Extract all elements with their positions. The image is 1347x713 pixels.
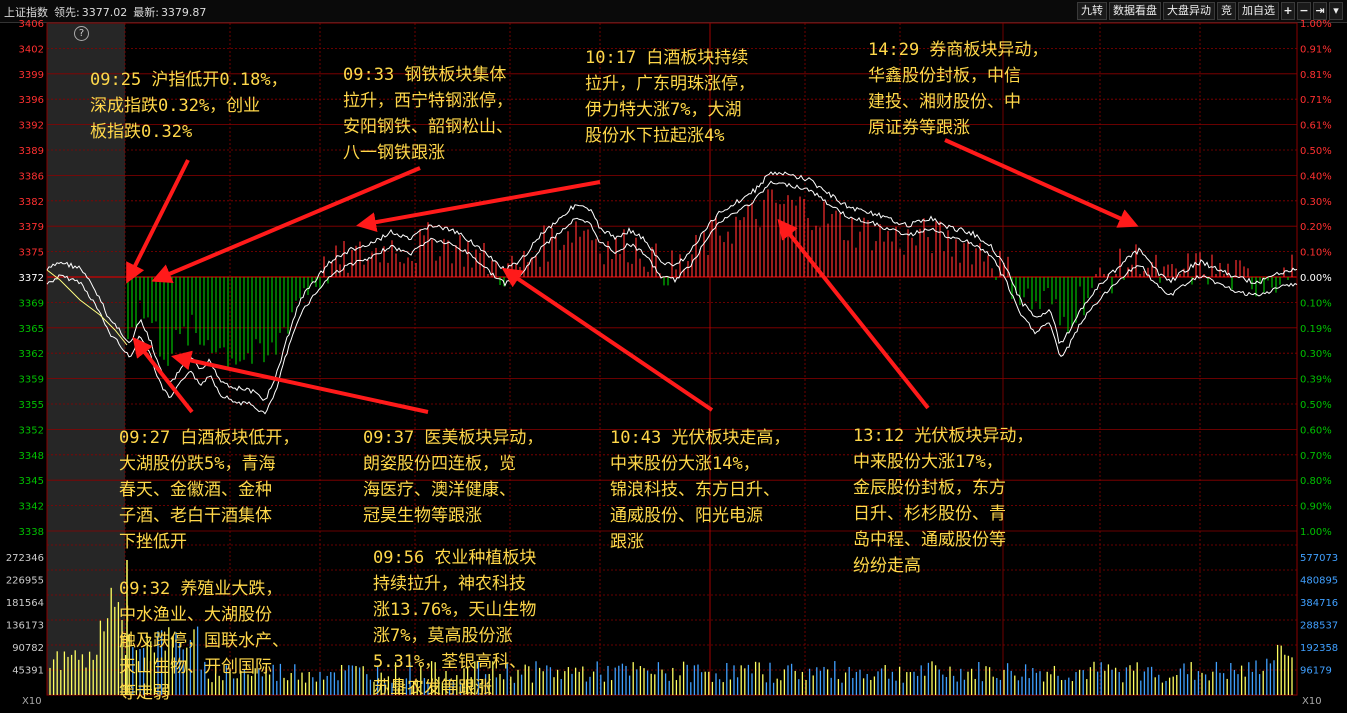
percent-tick: 0.60% (1300, 425, 1332, 436)
percent-tick: 0.70% (1300, 451, 1332, 462)
price-tick: 3406 (19, 19, 44, 30)
price-tick: 3386 (19, 171, 44, 182)
note-0927: 09:27 白酒板块低开， 大湖股份跌5%，青海 春天、金徽酒、金种 子酒、老白… (119, 428, 300, 552)
price-lines (46, 171, 1298, 415)
arrow-0933 (356, 180, 601, 233)
volume-tick: 90782 (12, 643, 44, 654)
note-0956: 09:56 农业种植板块 持续拉升，神农科技 涨13.76%，天山生物 涨7%，… (373, 548, 537, 698)
arrow-1429 (944, 138, 1139, 228)
price-tick: 3348 (19, 451, 44, 462)
price-tick: 3402 (19, 44, 44, 55)
volume-tick: 181564 (6, 598, 44, 609)
volume-axis-right: 577073 480895 384716 288537 192358 96179 (1300, 553, 1338, 677)
volume-tick: 480895 (1300, 576, 1338, 587)
percent-tick: 0.50% (1300, 146, 1332, 157)
percent-tick: 0.40% (1300, 171, 1332, 182)
percent-tick: 0.71% (1300, 95, 1332, 106)
note-1017: 10:17 白酒板块持续 拉升，广东明珠涨停， 伊力特大涨7%，大湖 股份水下拉… (585, 48, 755, 146)
note-0932: 09:32 养殖业大跌， 中水渔业、大湖股份 触及跌停，国联水产、 天山生物、开… (119, 579, 289, 703)
arrow-1043 (501, 267, 714, 412)
percent-tick: 0.90% (1300, 502, 1332, 513)
percent-tick: 0.20% (1300, 222, 1332, 233)
volume-scale-right: X10 (1302, 696, 1322, 707)
percent-tick: 0.80% (1300, 476, 1332, 487)
percent-tick: 0.50% (1300, 400, 1332, 411)
price-tick: 3345 (19, 476, 44, 487)
volume-tick: 96179 (1300, 666, 1332, 677)
percent-tick: 0.30% (1300, 197, 1332, 208)
help-icon[interactable]: ? (74, 26, 89, 41)
price-tick: 3342 (19, 502, 44, 513)
note-0937: 09:37 医美板块异动， 朗姿股份四连板，览 海医疗、澳洋健康、 冠昊生物等跟… (363, 428, 544, 526)
price-tick: 3359 (19, 375, 44, 386)
price-axis: 3406 3402 3399 3396 3392 3389 3386 3382 3379 3375… (19, 19, 44, 538)
price-tick: 3369 (19, 298, 44, 309)
percent-tick: 0.10% (1300, 248, 1332, 259)
price-tick: 3399 (19, 70, 44, 81)
percent-tick: 0.39% (1300, 375, 1332, 386)
volume-tick: 384716 (1300, 598, 1338, 609)
volume-tick: 288537 (1300, 621, 1338, 632)
note-1043: 10:43 光伏板块走高， 中来股份大涨14%， 锦浪科技、东方日升、 通威股份… (610, 428, 791, 552)
price-tick: 3365 (19, 324, 44, 335)
volume-tick: 577073 (1300, 553, 1338, 564)
note-1312: 13:12 光伏板块异动， 中来股份大涨17%， 金辰股份封板，东方 日升、杉杉… (853, 426, 1034, 576)
arrow-0925 (126, 159, 190, 284)
price-tick: 3379 (19, 222, 44, 233)
percent-axis: 1.00% 0.91% 0.81% 0.71% 0.61% 0.50% 0.40% 0.30%… (1300, 19, 1332, 538)
price-tick: 3362 (19, 349, 44, 360)
volume-tick: 192358 (1300, 643, 1338, 654)
price-tick: 3392 (19, 121, 44, 132)
volume-tick: 226955 (6, 576, 44, 587)
price-tick: 3352 (19, 425, 44, 436)
note-1429: 14:29 券商板块异动， 华鑫股份封板，中信 建投、湘财股份、中 原证券等跟涨 (868, 40, 1049, 138)
percent-tick: 0.81% (1300, 70, 1332, 81)
percent-tick: 1.00% (1300, 19, 1332, 30)
volume-scale-left: X10 (22, 696, 42, 707)
note-0925: 09:25 沪指低开0.18%， 深成指跌0.32%，创业 板指跌0.32% (90, 70, 288, 142)
percent-tick: 0.30% (1300, 349, 1332, 360)
price-tick: 3338 (19, 527, 44, 538)
percent-tick: 0.00% (1300, 273, 1332, 284)
percent-tick: 0.19% (1300, 324, 1332, 335)
price-tick: 3375 (19, 248, 44, 259)
volume-axis-left: 272346 226955 181564 136173 90782 45391 (6, 553, 44, 677)
volume-tick: 45391 (12, 666, 44, 677)
arrow-1312 (777, 218, 930, 410)
price-tick: 3382 (19, 197, 44, 208)
percent-tick: 0.10% (1300, 298, 1332, 309)
percent-tick: 1.00% (1300, 527, 1332, 538)
price-tick: 3396 (19, 95, 44, 106)
volume-tick: 136173 (6, 621, 44, 632)
note-0933: 09:33 钢铁板块集体 拉升，西宁特钢涨停， 安阳钢铁、韶钢松山、 八一钢铁跟… (343, 65, 513, 163)
price-tick: 3372 (19, 273, 44, 284)
price-tick: 3355 (19, 400, 44, 411)
index-line (46, 171, 1298, 401)
price-tick: 3389 (19, 146, 44, 157)
percent-tick: 0.91% (1300, 44, 1332, 55)
volume-tick: 272346 (6, 553, 44, 564)
percent-tick: 0.61% (1300, 121, 1332, 132)
